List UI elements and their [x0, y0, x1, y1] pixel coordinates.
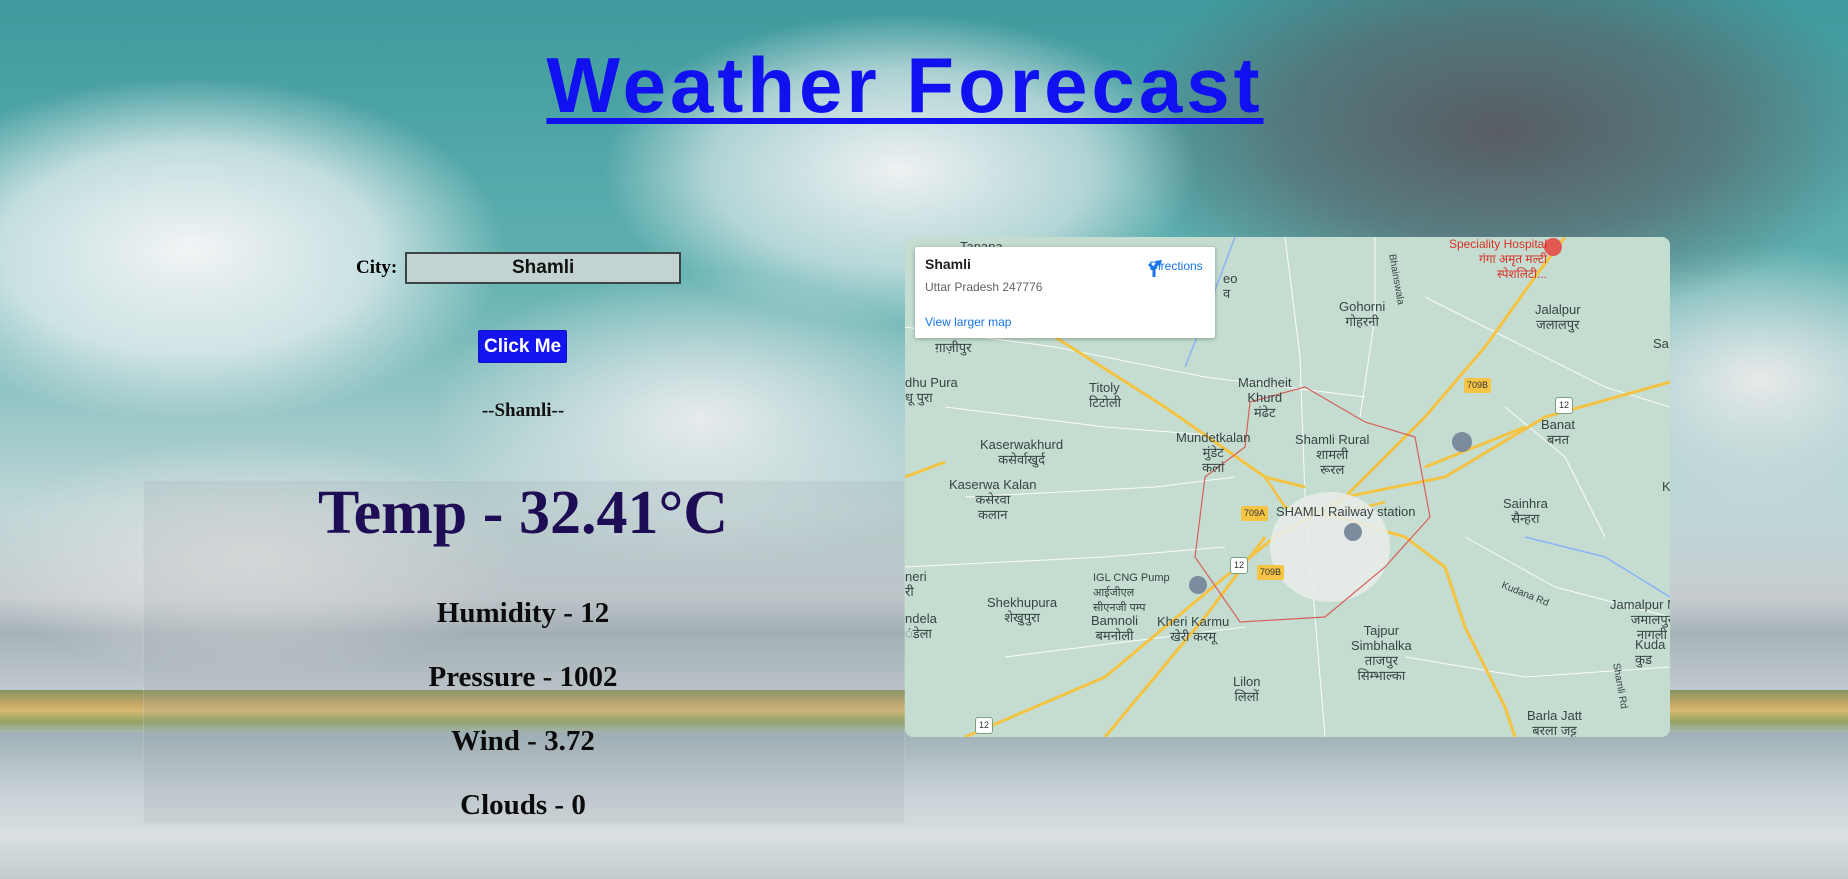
map-label-titoly: Titoly टिटोली — [1089, 380, 1122, 410]
map-label-shamli-rural: Shamli Rural शामली रूरल — [1295, 432, 1370, 477]
highway-shield-12-bottom: 12 — [975, 717, 994, 734]
map-label-jamalpur: Jamalpur Nagl जमालपुर नागली — [1610, 597, 1670, 642]
map-place-address: Uttar Pradesh 247776 — [925, 280, 1043, 294]
map-label-ndela: ndela ंडेला — [905, 611, 937, 641]
humidity-value: Humidity - 12 — [436, 597, 610, 629]
map-pin-railway[interactable] — [1344, 523, 1362, 541]
map-label-kuda: Kuda कुड — [1635, 637, 1666, 667]
map-label-kheri-karmu: Kheri Karmu खेरी करमू — [1157, 614, 1230, 644]
map-label-lilon: Lilon लिलों — [1233, 674, 1261, 704]
map-label-speciality-hospital: Speciality Hospital गंगा अमृत मल्टी स्पे… — [1448, 237, 1547, 281]
directions-button[interactable]: Directions — [1143, 257, 1209, 277]
click-me-button[interactable]: Click Me — [478, 330, 568, 363]
map-label-neri: neri री — [905, 569, 927, 599]
map-label-igl-cng-pump: IGL CNG Pump आईजीएल सीएनजी पम्प — [1093, 572, 1170, 614]
city-label: City: — [356, 257, 398, 278]
map-label-tajpur-simbhalka: Tajpur Simbhalka ताजपुर सिम्भाल्का — [1351, 623, 1412, 683]
map-label-banat: Banat बनत — [1541, 417, 1575, 447]
map-pin-igl-cng[interactable] — [1189, 576, 1207, 594]
map-label-kaserwakhurd: Kaserwakhurd कसेर्वाखुर्द — [980, 437, 1064, 467]
highway-shield-709b: 709B — [1257, 565, 1285, 580]
map-info-card: Shamli Uttar Pradesh 247776 View larger … — [915, 247, 1215, 338]
map-label-jalalpur: Jalalpur जलालपुर — [1535, 302, 1581, 332]
map-label-gohorni: Gohorni गोहरनी — [1339, 299, 1386, 329]
map-place-name: Shamli — [925, 256, 971, 272]
map-label-mandheit: Mandheit Khurd मंढेट — [1238, 375, 1292, 420]
embedded-map[interactable]: Tapana ग़ाज़ीपुर dhu Pura धू पुरा Titoly… — [905, 237, 1670, 737]
directions-icon — [1147, 260, 1162, 277]
view-larger-map-link[interactable]: View larger map — [925, 315, 1011, 329]
city-search-row: City: — [356, 252, 682, 284]
page-title[interactable]: Weather Forecast — [0, 40, 1810, 131]
map-label-sainhra: Sainhra सैन्हरा — [1503, 496, 1548, 526]
map-label-ghazipur: ग़ाज़ीपुर — [935, 340, 972, 355]
highway-shield-709b-top: 709B — [1464, 378, 1492, 393]
map-label-barla-jatt: Barla Jatt बरला जट्ट — [1527, 708, 1582, 737]
map-label-bamnoli: Bamnoli बमनोली — [1091, 613, 1138, 643]
map-label-sa: Sa — [1653, 336, 1669, 351]
map-label-k: K — [1662, 479, 1670, 494]
map-label-shekhupura: Shekhupura शेखुपुरा — [987, 595, 1058, 625]
temperature-value: Temp - 32.41°C — [317, 479, 729, 547]
pressure-value: Pressure - 1002 — [428, 661, 618, 693]
map-label-mundetkalan: Mundetkalan मुंडेट कलां — [1176, 430, 1251, 475]
map-label-railway-station: SHAMLI Railway station — [1276, 504, 1416, 519]
city-result-name: --Shamli-- — [481, 400, 565, 421]
wind-value: Wind - 3.72 — [451, 725, 595, 757]
clouds-value: Clouds - 0 — [460, 789, 586, 821]
city-input[interactable] — [405, 252, 682, 284]
highway-shield-12-right: 12 — [1555, 397, 1574, 414]
map-pin-school[interactable] — [1452, 432, 1472, 452]
highway-shield-12-mid: 12 — [1230, 557, 1249, 574]
map-label-eo: eo व — [1223, 271, 1238, 301]
map-label-dhu-pura: dhu Pura धू पुरा — [905, 375, 958, 405]
map-label-kaserwa-kalan: Kaserwa Kalan कसेरवा कलान — [949, 477, 1037, 522]
highway-shield-709a: 709A — [1241, 506, 1269, 521]
